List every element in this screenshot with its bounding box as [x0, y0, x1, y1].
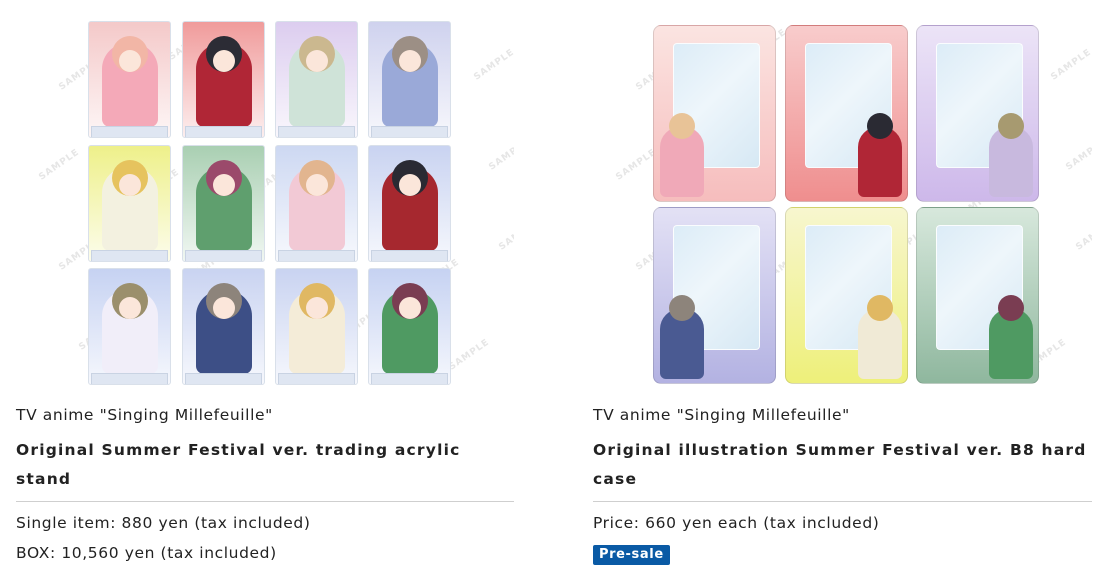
hard-case-thumbnail: [653, 25, 776, 202]
sample-watermark: SAMPLE: [487, 137, 514, 173]
product-image-acrylic-stand[interactable]: SAMPLE SAMPLE SAMPLE SAMPLE SAMPLE SAMPLE SAMP…: [16, 0, 514, 400]
acrylic-stand-thumbnail: [88, 145, 171, 262]
acrylic-stand-thumbnail: [275, 268, 358, 385]
product-series: TV anime "Singing Millefeuille": [16, 406, 273, 424]
acrylic-stand-thumbnail: [368, 268, 451, 385]
sample-watermark: SAMPLE: [614, 147, 659, 183]
hard-case-thumbnail: [653, 207, 776, 384]
acrylic-stand-thumbnail: [182, 21, 265, 138]
price-each: Price: 660 yen each (tax included): [593, 514, 880, 532]
sample-watermark: SAMPLE: [1074, 217, 1092, 253]
sample-watermark: SAMPLE: [1049, 47, 1092, 83]
hard-case-thumbnail: [916, 207, 1039, 384]
sample-watermark: SAMPLE: [497, 217, 514, 253]
sample-watermark: SAMPLE: [472, 47, 514, 83]
sample-watermark: SAMPLE: [37, 147, 82, 183]
sample-watermark: SAMPLE: [447, 337, 492, 373]
price-box: BOX: 10,560 yen (tax included): [16, 544, 277, 562]
hard-case-thumbnail: [785, 25, 908, 202]
sample-watermark: SAMPLE: [1064, 137, 1092, 173]
acrylic-stand-thumbnail: [368, 21, 451, 138]
divider: [16, 501, 514, 502]
acrylic-stand-thumbnail: [88, 268, 171, 385]
presale-badge: Pre-sale: [593, 545, 670, 565]
divider: [593, 501, 1092, 502]
acrylic-stand-thumbnail: [182, 268, 265, 385]
acrylic-stand-thumbnail: [182, 145, 265, 262]
product-title[interactable]: Original Summer Festival ver. trading ac…: [16, 436, 486, 494]
product-title[interactable]: Original illustration Summer Festival ve…: [593, 436, 1088, 494]
product-image-hard-case[interactable]: SAMPLESAMPLESAMPLESAMPLESAMPLESAMPLESAMP…: [593, 0, 1092, 400]
acrylic-stand-thumbnail: [275, 145, 358, 262]
acrylic-stand-thumbnail: [368, 145, 451, 262]
hard-case-thumbnail: [916, 25, 1039, 202]
price-single: Single item: 880 yen (tax included): [16, 514, 311, 532]
product-series: TV anime "Singing Millefeuille": [593, 406, 850, 424]
hard-case-thumbnail: [785, 207, 908, 384]
acrylic-stand-thumbnail: [88, 21, 171, 138]
acrylic-stand-thumbnail: [275, 21, 358, 138]
